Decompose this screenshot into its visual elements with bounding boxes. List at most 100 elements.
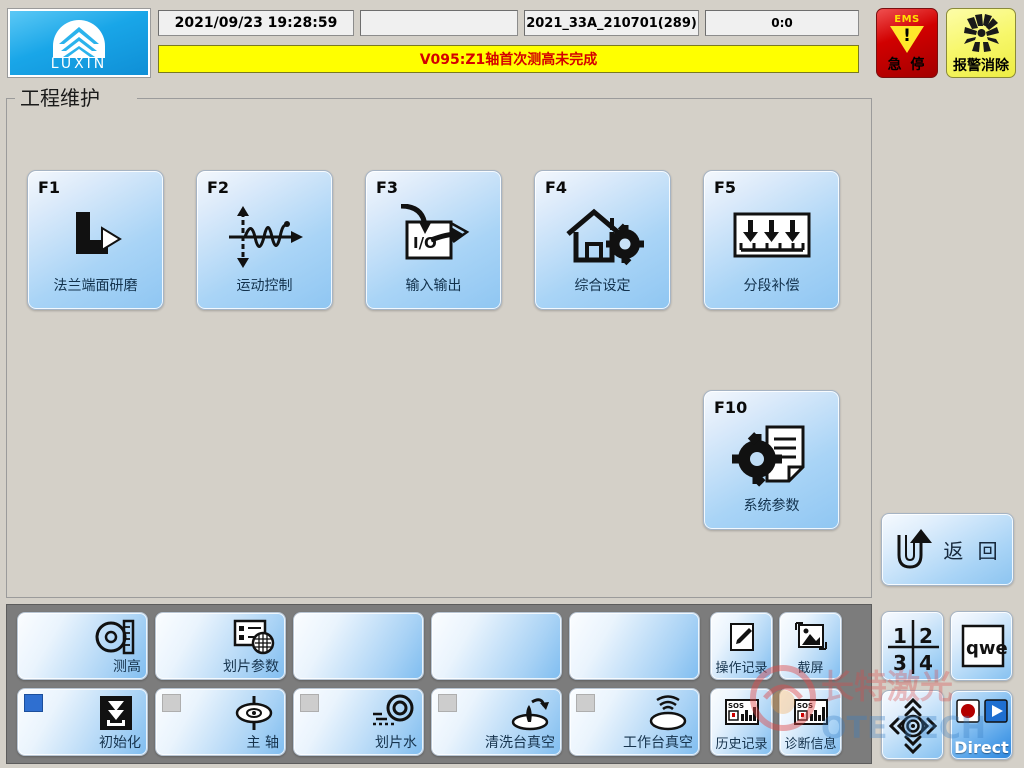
dicing-water-icon: [369, 693, 415, 733]
spindle-status-indicator: [162, 694, 181, 712]
toolbar-button-screenshot[interactable]: 截屏: [779, 612, 842, 680]
page-title: 工程维护: [15, 82, 105, 111]
toolbar-button-worktable-vacuum[interactable]: 工作台真空: [569, 688, 700, 756]
height-measure-label: 测高: [113, 659, 141, 675]
height-gauge-icon: [93, 617, 139, 657]
f5-key-label: F5: [714, 178, 737, 197]
io-icon: I/O: [388, 201, 480, 273]
history-label: 历史记录: [715, 737, 768, 752]
f10-key-label: F10: [714, 398, 748, 417]
toolbar-button-empty-2[interactable]: [431, 612, 562, 680]
function-button-f4[interactable]: F4 综合设定: [534, 170, 671, 310]
toolbar-button-history[interactable]: SOS 历史记录: [710, 688, 773, 756]
direct-button[interactable]: Direct: [950, 690, 1013, 760]
dicing-params-icon: [231, 617, 277, 657]
toolbar-button-empty-3[interactable]: [569, 612, 700, 680]
spindle-icon: [231, 693, 277, 733]
toolbar-button-clean-vacuum[interactable]: 清洗台真空: [431, 688, 562, 756]
clean-vacuum-icon: [507, 693, 553, 733]
worktable-vacuum-label: 工作台真空: [623, 735, 693, 751]
ems-top-label: EMS: [894, 14, 920, 25]
gear-document-icon: [726, 421, 818, 493]
alarm-burst-icon: [964, 14, 999, 52]
toolbar-button-height-measure[interactable]: 测高: [17, 612, 148, 680]
header-bar: LUXIN 2021/09/23 19:28:59 2021_33A_21070…: [0, 0, 1024, 85]
recipe-name-field: 2021_33A_210701(289): [524, 10, 699, 36]
dicing-water-status-indicator: [300, 694, 319, 712]
f10-label: 系统参数: [743, 498, 800, 514]
toolbar-button-empty-1[interactable]: [293, 612, 424, 680]
toolbar-button-initialize[interactable]: 初始化: [17, 688, 148, 756]
function-button-f2[interactable]: F2 运动控制: [196, 170, 333, 310]
logo-text: LUXIN: [50, 56, 108, 72]
f4-key-label: F4: [545, 178, 568, 197]
f1-key-label: F1: [38, 178, 61, 197]
f3-key-label: F3: [376, 178, 399, 197]
function-button-f10[interactable]: F10 系统参数: [703, 390, 840, 530]
toolbar-button-diagnostics[interactable]: SOS 诊断信息: [779, 688, 842, 756]
pencil-note-icon: [719, 617, 765, 657]
return-button[interactable]: 返 回: [881, 513, 1014, 586]
flange-grinding-icon: [50, 201, 142, 273]
hmi-screen: LUXIN 2021/09/23 19:28:59 2021_33A_21070…: [0, 0, 1024, 768]
diagnostics-label: 诊断信息: [784, 737, 837, 752]
qwe-icon: qwe: [961, 624, 1008, 668]
return-label: 返 回: [943, 539, 1002, 563]
toolbar-button-operation-log[interactable]: 操作记录: [710, 612, 773, 680]
groupbox-divider: [137, 98, 871, 99]
svg-text:3: 3: [893, 651, 907, 675]
clean-vacuum-label: 清洗台真空: [485, 735, 555, 751]
luxin-logo: LUXIN: [7, 8, 151, 78]
svg-text:SOS: SOS: [797, 702, 813, 710]
svg-text:qwe: qwe: [966, 638, 1008, 659]
alarm-message-bar: V095:Z1轴首次测高未完成: [158, 45, 859, 73]
toolbar-button-dicing-params[interactable]: 划片参数: [155, 612, 286, 680]
svg-text:4: 4: [919, 651, 933, 675]
qwerty-keypad-button[interactable]: qwe: [950, 611, 1013, 681]
exclamation-icon: !: [903, 26, 911, 46]
svg-text:2: 2: [919, 624, 933, 648]
dicing-water-label: 划片水: [375, 735, 417, 751]
initialize-status-indicator: [24, 694, 43, 712]
initialize-icon: [93, 693, 139, 733]
dpad-icon: [888, 697, 938, 755]
f4-label: 综合设定: [574, 278, 631, 294]
numpad-icon: 12 34: [888, 620, 939, 675]
worktable-vacuum-status-indicator: [576, 694, 595, 712]
history-chart-icon: SOS: [719, 693, 765, 733]
emergency-stop-button[interactable]: EMS ! 急 停: [876, 8, 938, 78]
spindle-label: 主 轴: [246, 735, 279, 751]
toolbar-button-spindle[interactable]: 主 轴: [155, 688, 286, 756]
segment-compensation-icon: [726, 201, 818, 273]
toolbar-button-dicing-water[interactable]: 划片水: [293, 688, 424, 756]
f5-label: 分段补偿: [743, 278, 800, 294]
ems-label: 急 停: [887, 57, 927, 73]
u-turn-arrow-icon: [897, 528, 933, 569]
screenshot-icon: [788, 617, 834, 657]
home-gear-icon: [557, 201, 649, 273]
initialize-label: 初始化: [99, 735, 141, 751]
f2-key-label: F2: [207, 178, 230, 197]
record-play-icon: [956, 699, 1008, 723]
svg-text:SOS: SOS: [728, 702, 744, 710]
f1-label: 法兰端面研磨: [53, 278, 138, 294]
counter-field: 0:0: [705, 10, 859, 36]
operation-log-label: 操作记录: [715, 661, 768, 676]
screenshot-label: 截屏: [797, 661, 824, 676]
function-button-f5[interactable]: F5 分段补偿: [703, 170, 840, 310]
f3-label: 输入输出: [405, 278, 462, 294]
alarm-clear-label: 报警消除: [953, 58, 1009, 74]
function-button-f3[interactable]: F3 I/O 输入输出: [365, 170, 502, 310]
numeric-keypad-button[interactable]: 12 34: [881, 611, 944, 681]
f2-label: 运动控制: [236, 278, 293, 294]
clean-vacuum-status-indicator: [438, 694, 457, 712]
bottom-toolbar: 测高 划片参数 操作记录 截屏 初始化 主 轴 划片水 清洗台真空 工作台真空 …: [6, 604, 872, 764]
motion-control-icon: [219, 201, 311, 273]
direct-label: Direct: [954, 738, 1009, 757]
logo-chevron-icon: [59, 27, 99, 57]
svg-text:1: 1: [893, 624, 907, 648]
dpad-button[interactable]: [881, 690, 944, 760]
alarm-clear-button[interactable]: 报警消除: [946, 8, 1016, 78]
worktable-vacuum-icon: [645, 693, 691, 733]
function-button-f1[interactable]: F1 法兰端面研磨: [27, 170, 164, 310]
